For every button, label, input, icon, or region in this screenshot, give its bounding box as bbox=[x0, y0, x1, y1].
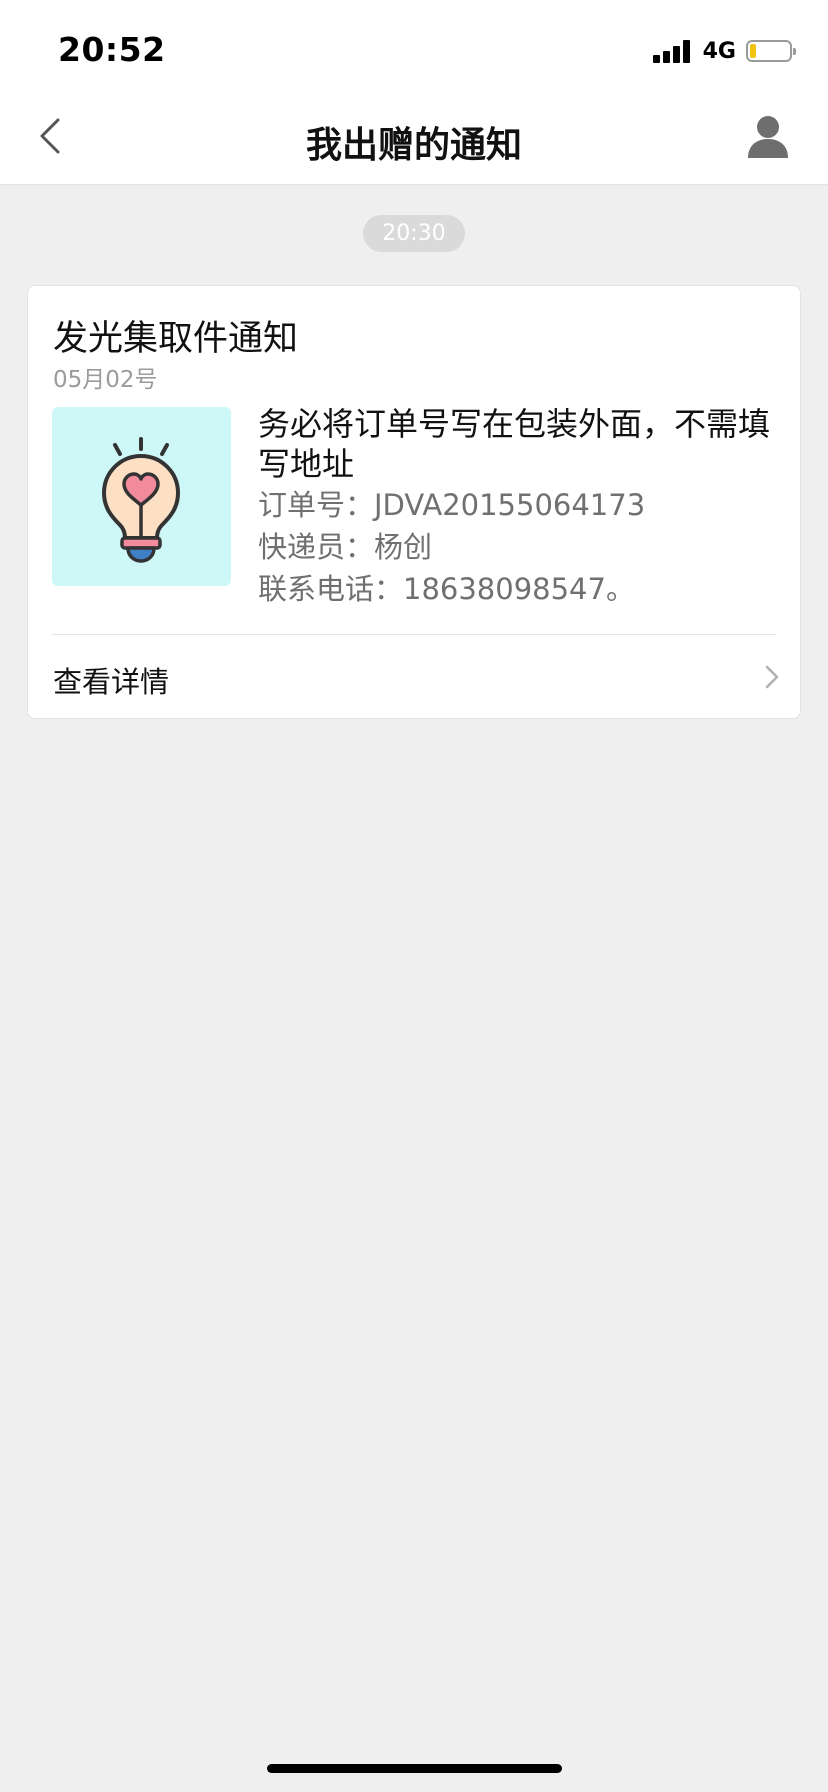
notification-date: 05月02号 bbox=[53, 367, 158, 393]
profile-button[interactable] bbox=[744, 112, 792, 160]
notification-thumbnail bbox=[52, 407, 231, 586]
lightbulb-heart-icon bbox=[102, 437, 180, 563]
notification-title: 发光集取件通知 bbox=[53, 319, 299, 359]
home-indicator[interactable] bbox=[267, 1764, 562, 1773]
order-number: 订单号：JDVA20155064173 bbox=[258, 488, 646, 522]
notification-body: 务必将订单号写在包装外面，不需填写地址 订单号：JDVA20155064173 … bbox=[258, 404, 778, 610]
network-type: 4G bbox=[702, 38, 736, 64]
user-icon bbox=[748, 116, 788, 158]
view-details-label: 查看详情 bbox=[53, 665, 170, 699]
message-timestamp: 20:30 bbox=[363, 215, 465, 252]
notification-message: 务必将订单号写在包装外面，不需填写地址 bbox=[258, 405, 771, 483]
view-details-row[interactable]: 查看详情 bbox=[28, 635, 800, 719]
nav-bar: 我出赠的通知 bbox=[0, 88, 828, 185]
status-bar: 20:52 4G bbox=[0, 0, 828, 88]
signal-strength-icon bbox=[652, 39, 693, 63]
notification-card[interactable]: 发光集取件通知 05月02号 务必将订单号写在包装外面，不需填写地址 订单号：J… bbox=[27, 285, 801, 719]
courier-name: 快递员：杨创 bbox=[258, 530, 433, 564]
battery-icon bbox=[746, 40, 796, 62]
contact-phone: 联系电话：18638098547。 bbox=[258, 572, 635, 606]
chevron-right-icon bbox=[765, 665, 779, 689]
status-indicators: 4G bbox=[652, 36, 796, 66]
page-title: 我出赠的通知 bbox=[305, 125, 522, 166]
battery-level bbox=[750, 44, 756, 58]
status-time: 20:52 bbox=[58, 30, 166, 69]
